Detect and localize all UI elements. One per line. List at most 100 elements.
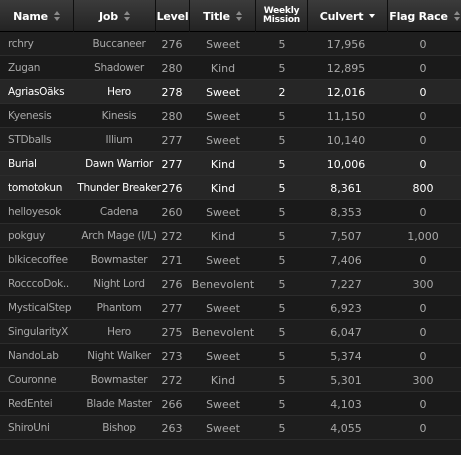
player-title: Sweet <box>206 109 240 123</box>
culvert-score: 5,301 <box>330 373 362 387</box>
weekly-mission-count: 5 <box>278 349 286 363</box>
table-row[interactable]: ShiroUni Bishop 263 Sweet 5 4,055 0 <box>0 416 461 440</box>
player-level: 276 <box>161 277 183 291</box>
flag-race-score: 0 <box>419 301 427 315</box>
player-level: 260 <box>161 205 183 219</box>
table-row[interactable]: NandoLab Night Walker 273 Sweet 5 5,374 0 <box>0 344 461 368</box>
column-header-flag-race[interactable]: Flag Race <box>388 0 461 32</box>
sort-arrows-icon <box>453 11 460 21</box>
flag-race-score: 300 <box>412 277 434 291</box>
column-header-culvert-label: Culvert <box>319 9 364 23</box>
player-name: AgriasOäks <box>8 86 65 98</box>
player-name: Zugan <box>8 62 41 74</box>
player-title: Kind <box>210 229 236 243</box>
player-job: Phantom <box>96 302 142 314</box>
culvert-score: 7,227 <box>330 277 362 291</box>
player-level: 277 <box>161 157 183 171</box>
player-job: Night Walker <box>87 350 151 362</box>
table-row[interactable]: rchry Buccaneer 276 Sweet 5 17,956 0 <box>0 32 461 56</box>
table-row[interactable]: Kyenesis Kinesis 280 Sweet 5 11,150 0 <box>0 104 461 128</box>
player-level: 273 <box>161 349 183 363</box>
player-level: 277 <box>161 301 183 315</box>
player-level: 266 <box>161 397 183 411</box>
table-row[interactable]: Couronne Bowmaster 272 Kind 5 5,301 300 <box>0 368 461 392</box>
player-level: 280 <box>161 61 183 75</box>
player-job: Cadena <box>99 206 139 218</box>
player-level: 275 <box>161 325 183 339</box>
flag-race-score: 0 <box>419 325 427 339</box>
player-job: Kinesis <box>101 110 137 122</box>
weekly-mission-count: 5 <box>278 157 286 171</box>
flag-race-score: 0 <box>419 157 427 171</box>
player-title: Benevolent <box>191 277 255 291</box>
flag-race-score: 0 <box>419 37 427 51</box>
column-header-name[interactable]: Name <box>0 0 74 32</box>
flag-race-score: 800 <box>412 181 434 195</box>
weekly-mission-count: 5 <box>278 133 286 147</box>
weekly-mission-count: 5 <box>278 421 286 435</box>
column-header-title[interactable]: Title <box>190 0 256 32</box>
player-job: Bishop <box>102 422 136 434</box>
weekly-mission-count: 5 <box>278 109 286 123</box>
column-header-culvert[interactable]: Culvert <box>308 0 388 32</box>
player-job: Illium <box>105 134 133 146</box>
culvert-score: 4,103 <box>330 397 362 411</box>
culvert-score: 4,055 <box>330 421 362 435</box>
weekly-mission-count: 5 <box>278 181 286 195</box>
player-title: Sweet <box>206 37 240 51</box>
player-name: Burial <box>8 158 37 170</box>
flag-race-score: 300 <box>412 373 434 387</box>
table-row[interactable]: RedEntei Blade Master 266 Sweet 5 4,103 0 <box>0 392 461 416</box>
table-row[interactable]: Zugan Shadower 280 Kind 5 12,895 0 <box>0 56 461 80</box>
table-row[interactable]: helloyesok Cadena 260 Sweet 5 8,353 0 <box>0 200 461 224</box>
player-level: 280 <box>161 109 183 123</box>
table-row[interactable]: MysticalStep Phantom 277 Sweet 5 6,923 0 <box>0 296 461 320</box>
player-title: Sweet <box>206 205 240 219</box>
culvert-score: 6,047 <box>330 325 362 339</box>
player-job: Bowmaster <box>90 374 148 386</box>
player-level: 272 <box>161 229 183 243</box>
player-name: SingularityX <box>8 326 69 338</box>
player-name: Couronne <box>8 374 57 386</box>
player-title: Kind <box>210 373 236 387</box>
table-row[interactable]: pokguy Arch Mage (I/L) 272 Kind 5 7,507 1,000 <box>0 224 461 248</box>
table-row[interactable]: STDballs Illium 277 Sweet 5 10,140 0 <box>0 128 461 152</box>
culvert-score: 5,374 <box>330 349 362 363</box>
weekly-mission-count: 5 <box>278 205 286 219</box>
player-title: Kind <box>210 181 236 195</box>
table-row[interactable]: AgriasOäks Hero 278 Sweet 2 12,016 0 <box>0 80 461 104</box>
player-title: Sweet <box>206 421 240 435</box>
column-header-job[interactable]: Job <box>74 0 156 32</box>
player-name: rchry <box>8 38 34 50</box>
flag-race-score: 0 <box>419 133 427 147</box>
weekly-mission-count: 5 <box>278 229 286 243</box>
column-header-level[interactable]: Level <box>156 0 190 32</box>
player-job: Thunder Breaker <box>77 182 161 194</box>
culvert-score: 7,507 <box>330 229 362 243</box>
flag-race-score: 1,000 <box>407 229 439 243</box>
column-header-flag-race-label: Flag Race <box>389 9 448 23</box>
player-name: RocccoDok.. <box>8 278 69 290</box>
player-title: Sweet <box>206 253 240 267</box>
table-row[interactable]: Burial Dawn Warrior 277 Kind 5 10,006 0 <box>0 152 461 176</box>
player-level: 271 <box>161 253 183 267</box>
weekly-mission-count: 5 <box>278 325 286 339</box>
table-row[interactable]: SingularityX Hero 275 Benevolent 5 6,047 0 <box>0 320 461 344</box>
player-job: Bowmaster <box>90 254 148 266</box>
column-header-weekly-mission[interactable]: Weekly Mission <box>256 0 308 32</box>
player-title: Sweet <box>206 133 240 147</box>
weekly-mission-count: 5 <box>278 253 286 267</box>
player-job: Shadower <box>94 62 144 74</box>
table-row[interactable]: tomotokun Thunder Breaker 276 Kind 5 8,361 800 <box>0 176 461 200</box>
flag-race-score: 0 <box>419 61 427 75</box>
player-name: blkicecoffee <box>8 254 68 266</box>
culvert-score: 8,353 <box>330 205 362 219</box>
sort-arrows-icon <box>53 11 60 21</box>
sort-descending-icon <box>369 11 376 21</box>
table-header: Name Job Level Title Weekly Mission Culv… <box>0 0 461 32</box>
player-title: Sweet <box>206 85 240 99</box>
table-row[interactable]: RocccoDok.. Night Lord 276 Benevolent 5 7,227… <box>0 272 461 296</box>
player-title: Kind <box>210 61 236 75</box>
table-row[interactable]: blkicecoffee Bowmaster 271 Sweet 5 7,406 0 <box>0 248 461 272</box>
player-job: Hero <box>107 86 131 98</box>
